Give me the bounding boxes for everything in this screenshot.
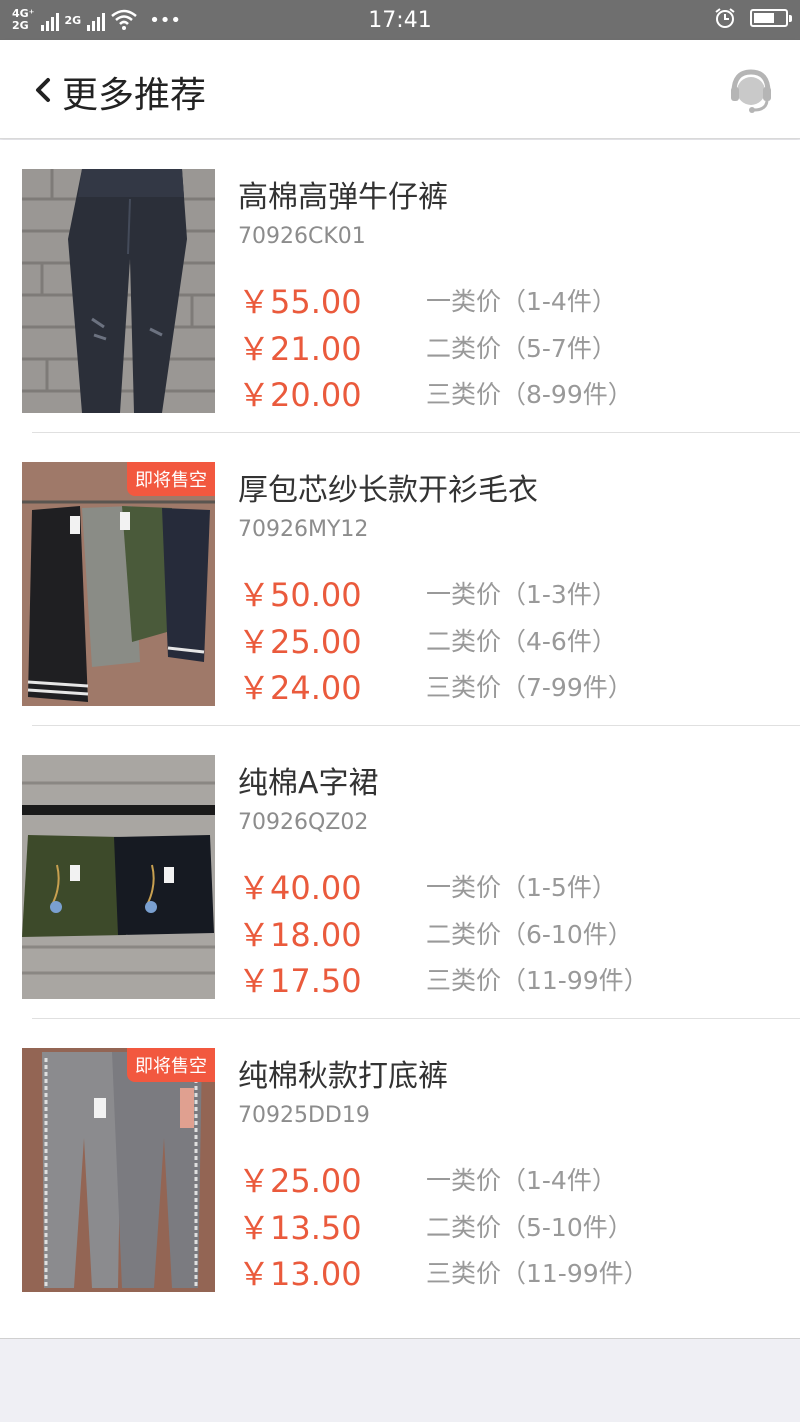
battery-level — [754, 13, 774, 23]
product-photo-cardigans — [22, 462, 215, 706]
product-item[interactable]: 纯棉A字裙 70926QZ02 ￥40.00 一类价（1-5件） ￥18.00 … — [0, 726, 800, 1019]
sold-out-soon-badge: 即将售空 — [127, 1048, 215, 1082]
price-row: ￥40.00 一类价（1-5件） — [238, 863, 778, 907]
price: ￥50.00 — [238, 576, 362, 614]
product-image[interactable]: 即将售空 — [22, 462, 215, 706]
price-tier: 三类价（7-99件） — [426, 673, 633, 702]
price-tier: 二类价（5-7件） — [426, 334, 617, 363]
price-tier: 二类价（6-10件） — [426, 920, 633, 949]
product-code: 70926QZ02 — [238, 810, 369, 835]
price: ￥13.50 — [238, 1209, 362, 1247]
price-tier: 一类价（1-5件） — [426, 873, 617, 902]
product-image[interactable] — [22, 755, 215, 999]
product-name[interactable]: 纯棉秋款打底裤 — [238, 1051, 448, 1095]
price: ￥17.50 — [238, 962, 362, 1000]
product-item[interactable]: 高棉高弹牛仔裤 70926CK01 ￥55.00 一类价（1-4件） ￥21.0… — [0, 140, 800, 433]
nav-bar: 更多推荐 — [0, 40, 800, 139]
price-tier: 一类价（1-3件） — [426, 580, 617, 609]
product-photo-jeans — [22, 169, 215, 413]
price-row: ￥50.00 一类价（1-3件） — [238, 570, 778, 614]
price: ￥25.00 — [238, 1162, 362, 1200]
sold-out-soon-badge: 即将售空 — [127, 462, 215, 496]
price-tier: 三类价（8-99件） — [426, 380, 633, 409]
price: ￥55.00 — [238, 283, 362, 321]
price-tier: 三类价（11-99件） — [426, 1259, 649, 1288]
product-photo-skirts — [22, 755, 215, 999]
customer-service-headset-icon[interactable] — [726, 65, 776, 115]
price: ￥21.00 — [238, 330, 362, 368]
price-tier: 二类价（4-6件） — [426, 627, 617, 656]
price-row: ￥18.00 二类价（6-10件） — [238, 910, 778, 954]
page-title: 更多推荐 — [62, 75, 207, 116]
product-code: 70926CK01 — [238, 224, 366, 249]
price: ￥20.00 — [238, 376, 362, 414]
price-row: ￥13.50 二类价（5-10件） — [238, 1203, 778, 1247]
product-photo-leggings — [22, 1048, 215, 1292]
price: ￥25.00 — [238, 623, 362, 661]
price: ￥18.00 — [238, 916, 362, 954]
product-image[interactable] — [22, 169, 215, 413]
product-image[interactable]: 即将售空 — [22, 1048, 215, 1292]
price: ￥24.00 — [238, 669, 362, 707]
alarm-icon — [715, 8, 735, 28]
price: ￥13.00 — [238, 1255, 362, 1293]
price-row: ￥17.50 三类价（11-99件） — [238, 956, 778, 1000]
product-item[interactable]: 即将售空 纯棉秋款打底裤 70925DD19 ￥25.00 一类价（1-4件） … — [0, 1019, 800, 1312]
product-code: 70926MY12 — [238, 517, 369, 542]
product-name[interactable]: 纯棉A字裙 — [238, 758, 379, 802]
price-tier: 二类价（5-10件） — [426, 1213, 633, 1242]
status-bar-right — [714, 7, 792, 29]
price-row: ￥13.00 三类价（11-99件） — [238, 1249, 778, 1293]
price-row: ￥24.00 三类价（7-99件） — [238, 663, 778, 707]
price-row: ￥55.00 一类价（1-4件） — [238, 277, 778, 321]
product-list: 高棉高弹牛仔裤 70926CK01 ￥55.00 一类价（1-4件） ￥21.0… — [0, 140, 800, 1339]
price-row: ￥20.00 三类价（8-99件） — [238, 370, 778, 414]
price-tier: 一类价（1-4件） — [426, 287, 617, 316]
clock: 17:41 — [368, 8, 432, 33]
product-name[interactable]: 厚包芯纱长款开衫毛衣 — [238, 465, 538, 509]
price-row: ￥25.00 一类价（1-4件） — [238, 1156, 778, 1200]
price-row: ￥21.00 二类价（5-7件） — [238, 324, 778, 368]
product-code: 70925DD19 — [238, 1103, 370, 1128]
price-row: ￥25.00 二类价（4-6件） — [238, 617, 778, 661]
battery-icon — [750, 9, 792, 27]
price-tier: 一类价（1-4件） — [426, 1166, 617, 1195]
price-tier: 三类价（11-99件） — [426, 966, 649, 995]
product-name[interactable]: 高棉高弹牛仔裤 — [238, 172, 448, 216]
status-bar: 4G⁺ 2G 2G ••• 17:41 — [0, 0, 800, 40]
product-item[interactable]: 即将售空 厚包芯纱长款开衫毛衣 70926MY12 ￥50.00 一类价（1-3… — [0, 433, 800, 726]
price: ￥40.00 — [238, 869, 362, 907]
